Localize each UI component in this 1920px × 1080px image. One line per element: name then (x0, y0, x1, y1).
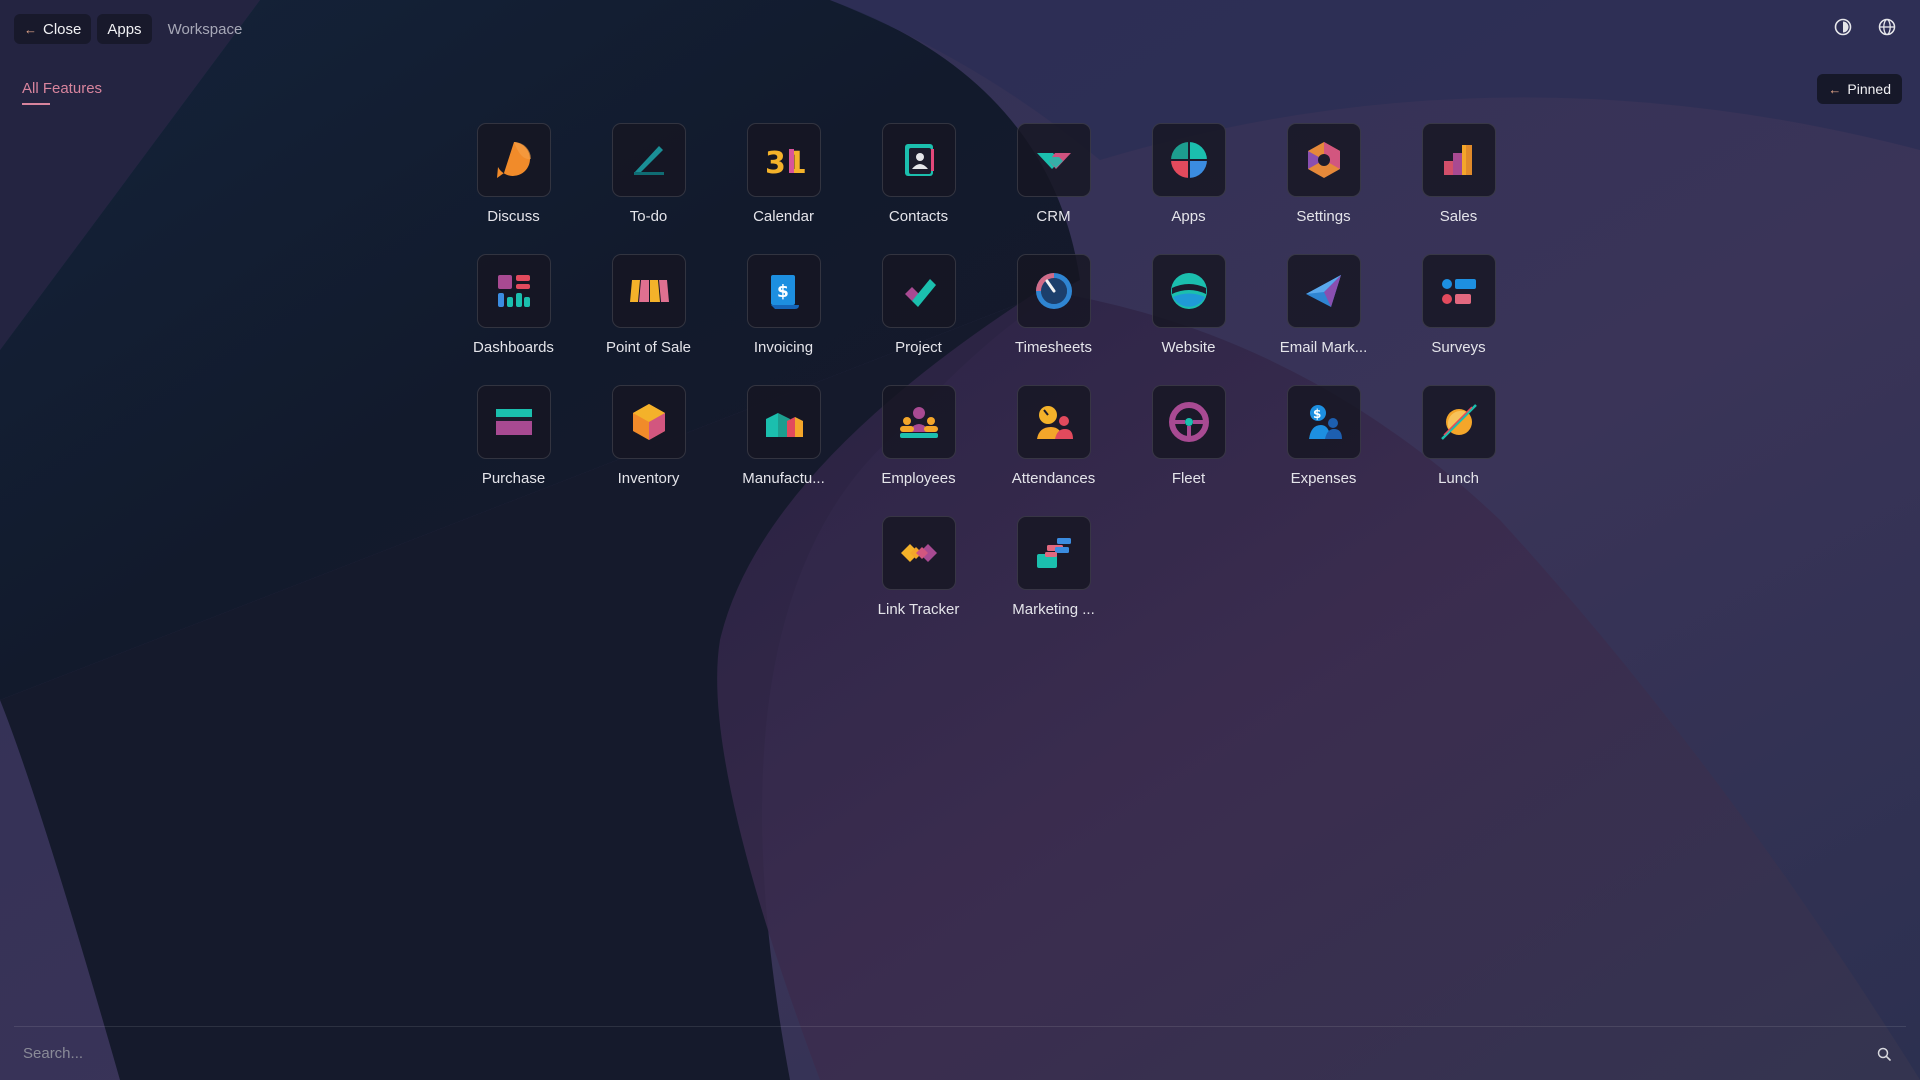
discuss-icon (476, 123, 551, 197)
settings-icon (1286, 123, 1361, 197)
attendances-icon (1016, 385, 1091, 459)
inventory-icon (611, 385, 686, 459)
arrow-left-icon: ← (1828, 81, 1842, 97)
app-link-tracker[interactable]: Link Tracker (851, 516, 986, 618)
language-globe-icon[interactable] (1876, 16, 1898, 38)
top-bar: ← Close Apps Workspace (14, 14, 252, 44)
app-invoicing[interactable]: $ Invoicing (716, 254, 851, 356)
app-todo[interactable]: To-do (581, 123, 716, 225)
employees-icon (881, 385, 956, 459)
filter-all-features[interactable]: All Features (22, 80, 102, 105)
fleet-icon (1151, 385, 1226, 459)
lunch-icon (1421, 385, 1496, 459)
app-timesheets[interactable]: Timesheets (986, 254, 1121, 356)
purchase-icon (476, 385, 551, 459)
app-project[interactable]: Project (851, 254, 986, 356)
app-email-marketing[interactable]: Email Mark... (1256, 254, 1391, 356)
all-features-label: All Features (22, 80, 103, 97)
pinned-label: Pinned (1847, 81, 1891, 97)
point-of-sale-icon (611, 254, 686, 328)
link-tracker-icon (881, 516, 956, 590)
sales-icon (1421, 123, 1496, 197)
app-purchase[interactable]: Purchase (446, 385, 581, 487)
contacts-icon (881, 123, 956, 197)
app-contacts[interactable]: Contacts (851, 123, 986, 225)
svg-text:$: $ (777, 282, 789, 302)
breadcrumb-workspace[interactable]: Workspace (158, 14, 253, 44)
app-inventory[interactable]: Inventory (581, 385, 716, 487)
app-calendar[interactable]: 31 Calendar (716, 123, 851, 225)
arrow-left-icon: ← (24, 21, 37, 37)
invoicing-icon: $ (746, 254, 821, 328)
marketing-automation-icon (1016, 516, 1091, 590)
active-underline (22, 103, 50, 105)
apps-grid: Discuss To-do 31 Calendar Contacts CRM Ap… (446, 123, 1526, 618)
apps-icon (1151, 123, 1226, 197)
search-input[interactable] (14, 1044, 1872, 1063)
app-point-of-sale[interactable]: Point of Sale (581, 254, 716, 356)
app-manufacturing[interactable]: Manufactu... (716, 385, 851, 487)
app-employees[interactable]: Employees (851, 385, 986, 487)
breadcrumb-apps[interactable]: Apps (97, 14, 152, 44)
website-icon (1151, 254, 1226, 328)
app-marketing-automation[interactable]: Marketing ... (986, 516, 1121, 618)
app-expenses[interactable]: $ Expenses (1256, 385, 1391, 487)
app-apps[interactable]: Apps (1121, 123, 1256, 225)
app-lunch[interactable]: Lunch (1391, 385, 1526, 487)
app-fleet[interactable]: Fleet (1121, 385, 1256, 487)
top-right-actions (1832, 16, 1898, 38)
manufacturing-icon (746, 385, 821, 459)
app-dashboards[interactable]: Dashboards (446, 254, 581, 356)
app-settings[interactable]: Settings (1256, 123, 1391, 225)
todo-icon (611, 123, 686, 197)
svg-text:$: $ (1313, 407, 1321, 421)
close-label: Close (43, 20, 82, 38)
email-marketing-icon (1286, 254, 1361, 328)
dashboards-icon (476, 254, 551, 328)
surveys-icon (1421, 254, 1496, 328)
search-icon[interactable] (1872, 1042, 1896, 1066)
theme-toggle-icon[interactable] (1832, 16, 1854, 38)
pinned-button[interactable]: ← Pinned (1817, 74, 1902, 104)
expenses-icon: $ (1286, 385, 1361, 459)
timesheets-icon (1016, 254, 1091, 328)
app-sales[interactable]: Sales (1391, 123, 1526, 225)
project-icon (881, 254, 956, 328)
calendar-icon: 31 (746, 123, 821, 197)
app-surveys[interactable]: Surveys (1391, 254, 1526, 356)
svg-text:31: 31 (765, 146, 807, 181)
app-website[interactable]: Website (1121, 254, 1256, 356)
app-attendances[interactable]: Attendances (986, 385, 1121, 487)
crm-icon (1016, 123, 1091, 197)
app-discuss[interactable]: Discuss (446, 123, 581, 225)
close-button[interactable]: ← Close (14, 14, 92, 44)
search-bar (14, 1026, 1906, 1080)
app-crm[interactable]: CRM (986, 123, 1121, 225)
